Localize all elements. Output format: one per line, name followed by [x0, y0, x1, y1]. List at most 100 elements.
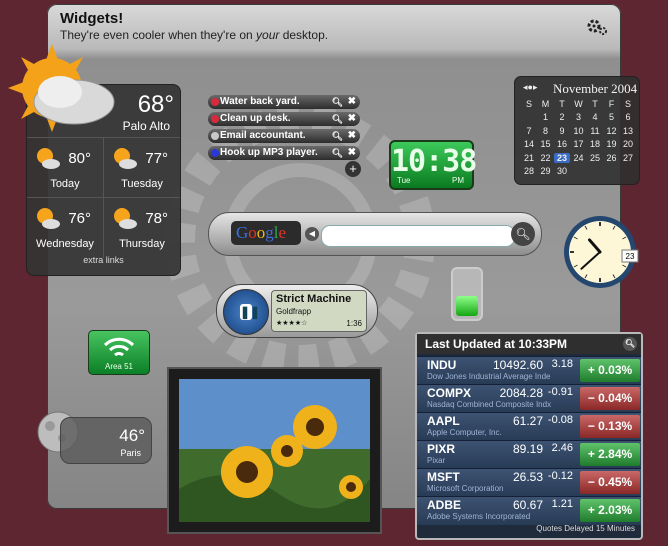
calendar-nav[interactable]: ◂●▸: [523, 82, 537, 93]
page-title: Widgets!: [60, 10, 124, 27]
calendar-day[interactable]: 4: [587, 112, 603, 122]
calendar-day[interactable]: 21: [521, 153, 537, 163]
gear-icon[interactable]: [586, 16, 608, 38]
calendar-day[interactable]: 20: [620, 139, 636, 149]
calendar-day[interactable]: 26: [604, 153, 620, 163]
stock-name: Adobe Systems Incorporated: [427, 512, 531, 521]
todo-item[interactable]: Hook up MP3 player. 🔍︎ ✖: [208, 146, 360, 160]
calendar-weekday: S: [525, 99, 532, 109]
stock-row[interactable]: ADBE 60.67 1.21 Adobe Systems Incorporated +…: [417, 496, 641, 525]
calendar-day[interactable]: 8: [538, 126, 554, 136]
forecast-day-label: Wednesday: [36, 238, 94, 250]
calendar-day[interactable]: 18: [587, 139, 603, 149]
stock-row[interactable]: PIXR 89.19 2.46 Pixar + 2.84%: [417, 440, 641, 469]
forecast-day-label: Tuesday: [121, 178, 163, 190]
calendar-day[interactable]: 7: [521, 126, 537, 136]
stock-change: 2.46: [551, 442, 573, 454]
pause-icon[interactable]: ❚❚: [240, 304, 260, 320]
calendar-day[interactable]: 17: [571, 139, 587, 149]
calendar-widget[interactable]: ◂●▸ November 2004 S M T W T F S 1 2 3 4 5 6 7 8 9 10 11 12…: [514, 76, 640, 185]
calendar-day[interactable]: 9: [554, 126, 570, 136]
todo-label: Water back yard.: [220, 96, 300, 107]
calendar-day[interactable]: 2: [554, 112, 570, 122]
stock-percent-badge[interactable]: − 0.45%: [580, 471, 640, 494]
forecast-day-label: Today: [50, 178, 80, 190]
calendar-day[interactable]: 13: [620, 126, 636, 136]
clock-ampm: PM: [452, 176, 464, 185]
track-rating[interactable]: ★★★★☆: [276, 319, 307, 327]
forecast-temp: 76°: [68, 210, 91, 227]
calendar-day[interactable]: 15: [538, 139, 554, 149]
photo-frame-widget[interactable]: [167, 367, 382, 534]
calendar-day[interactable]: 28: [521, 166, 537, 176]
calendar-day[interactable]: 22: [538, 153, 554, 163]
search-input[interactable]: [321, 225, 515, 247]
calendar-day[interactable]: 1: [538, 112, 554, 122]
stock-change: 1.21: [551, 498, 573, 510]
calendar-day[interactable]: 24: [571, 153, 587, 163]
stock-name: Pixar: [427, 456, 446, 465]
todo-color-dot: [211, 98, 219, 106]
close-icon[interactable]: ✖: [348, 146, 356, 160]
google-search-widget: Google ◀ 🔍︎: [208, 212, 542, 256]
stocks-footer: Quotes Delayed 15 Minutes: [536, 524, 635, 533]
play-wheel[interactable]: ❚❚: [223, 289, 269, 335]
google-logo-letter: G: [236, 223, 249, 242]
calendar-day[interactable]: 3: [571, 112, 587, 122]
calendar-weekday: S: [624, 99, 631, 109]
track-title: Strict Machine: [276, 293, 352, 305]
sun-cloud-icon: [37, 208, 60, 229]
calendar-day[interactable]: 5: [604, 112, 620, 122]
digital-clock[interactable]: 10:38 Tue PM: [389, 140, 477, 190]
todo-label: Hook up MP3 player.: [220, 147, 318, 158]
stock-percent-badge[interactable]: + 0.03%: [580, 359, 640, 382]
calendar-weekday: T: [559, 99, 565, 109]
small-weather-temp: 46°: [119, 426, 145, 445]
calendar-day[interactable]: 25: [587, 153, 603, 163]
calendar-day[interactable]: 27: [620, 153, 636, 163]
calendar-day[interactable]: 6: [620, 112, 636, 122]
search-icon[interactable]: 🔍︎: [332, 95, 343, 109]
add-todo-button[interactable]: +: [345, 161, 361, 177]
stock-row[interactable]: MSFT 26.53 -0.12 Microsoft Corporation − 0.4…: [417, 468, 641, 497]
stock-percent-badge[interactable]: − 0.13%: [580, 415, 640, 438]
calendar-day[interactable]: 29: [538, 166, 554, 176]
stock-row[interactable]: AAPL 61.27 -0.08 Apple Computer, Inc. − 0.13…: [417, 412, 641, 441]
calendar-day[interactable]: 14: [521, 139, 537, 149]
calendar-day[interactable]: 11: [587, 126, 603, 136]
wifi-icon: [103, 337, 135, 357]
chevron-left-icon[interactable]: ◀: [305, 227, 319, 241]
stock-percent-badge[interactable]: + 2.84%: [580, 443, 640, 466]
extra-links[interactable]: extra links: [27, 255, 180, 265]
todo-item[interactable]: Water back yard. 🔍︎ ✖: [208, 95, 360, 109]
calendar-day[interactable]: 23: [554, 152, 570, 163]
todo-item[interactable]: Clean up desk. 🔍︎ ✖: [208, 112, 360, 126]
stock-change: -0.91: [547, 386, 573, 398]
search-icon[interactable]: 🔍︎: [332, 129, 343, 143]
calendar-day[interactable]: 16: [554, 139, 570, 149]
small-weather-widget[interactable]: 46° Paris: [60, 417, 152, 464]
calendar-day[interactable]: 12: [604, 126, 620, 136]
calendar-day[interactable]: 30: [554, 166, 570, 176]
search-icon[interactable]: 🔍︎: [332, 146, 343, 160]
close-icon[interactable]: ✖: [348, 112, 356, 126]
forecast-day: 80° Today: [27, 137, 104, 198]
stock-percent-badge[interactable]: − 0.04%: [580, 387, 640, 410]
search-icon[interactable]: 🔍︎: [623, 337, 637, 351]
search-icon[interactable]: 🔍︎: [332, 112, 343, 126]
close-icon[interactable]: ✖: [348, 129, 356, 143]
stock-symbol: ADBE: [427, 498, 462, 512]
todo-item[interactable]: Email accountant. 🔍︎ ✖: [208, 129, 360, 143]
sunflower-photo: [179, 379, 370, 522]
calendar-day[interactable]: 10: [571, 126, 587, 136]
stock-row[interactable]: INDU 10492.60 3.18 Dow Jones Industrial Ave…: [417, 356, 641, 385]
calendar-day[interactable]: 19: [604, 139, 620, 149]
stock-price: 10492.60: [492, 358, 543, 372]
stock-row[interactable]: COMPX 2084.28 -0.91 Nasdaq Combined Composi…: [417, 384, 641, 413]
stock-price: 2084.28: [499, 386, 543, 400]
stock-percent-badge[interactable]: + 2.03%: [580, 499, 640, 522]
airport-widget[interactable]: Area 51: [88, 330, 150, 375]
close-icon[interactable]: ✖: [348, 95, 356, 109]
analog-clock[interactable]: 23: [562, 214, 662, 289]
search-icon[interactable]: 🔍︎: [511, 222, 535, 246]
